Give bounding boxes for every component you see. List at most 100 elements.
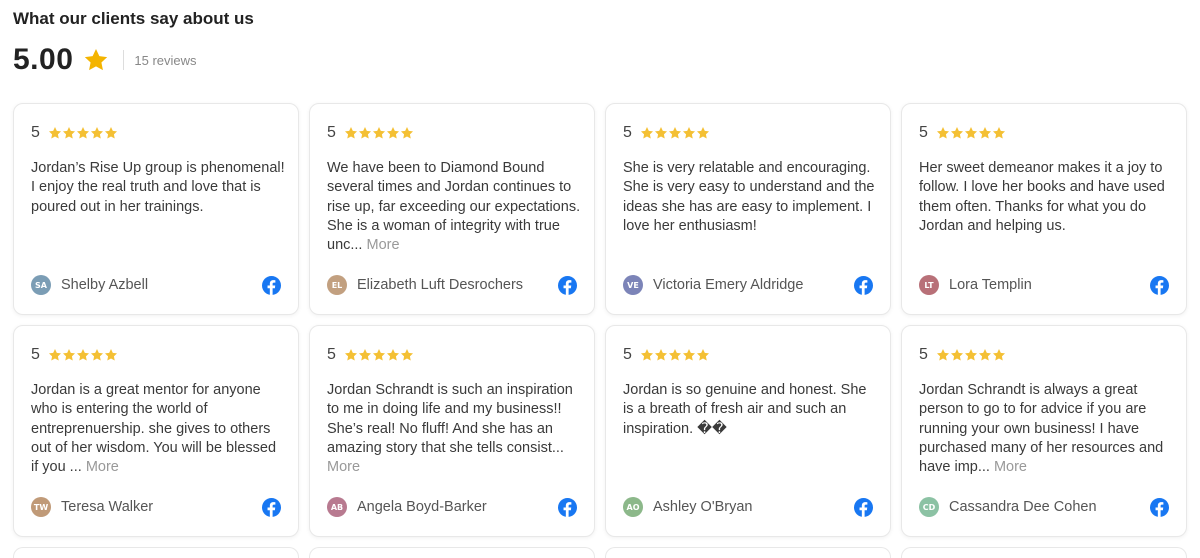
facebook-icon[interactable] — [262, 276, 281, 295]
review-card: 5 Jordan’s Rise Up group is phenomenal! … — [13, 103, 299, 315]
star-icon — [936, 127, 950, 139]
star-icon — [400, 349, 414, 361]
review-rating: 5 — [919, 346, 1006, 364]
star-icon — [344, 127, 358, 139]
star-icon — [358, 127, 372, 139]
review-text: Jordan Schrandt is such an inspiration t… — [327, 382, 573, 456]
avatar: AO — [623, 497, 643, 517]
rating-value: 5 — [327, 124, 336, 141]
review-card-partial — [901, 547, 1187, 558]
review-rating: 5 — [327, 346, 414, 364]
avatar: TW — [31, 497, 51, 517]
more-link[interactable]: More — [327, 459, 360, 475]
star-icon — [76, 127, 90, 139]
review-text-block: Jordan Schrandt is always a great person… — [919, 381, 1175, 477]
average-score: 5.00 — [13, 43, 74, 76]
star-icon — [62, 349, 76, 361]
author-name[interactable]: Angela Boyd-Barker — [357, 499, 487, 515]
author-name[interactable]: Ashley O'Bryan — [653, 499, 752, 515]
rating-summary: 5.00 15 reviews — [13, 40, 197, 80]
more-link[interactable]: More — [86, 459, 119, 475]
review-text-block: Jordan’s Rise Up group is phenomenal! I … — [31, 159, 287, 217]
facebook-icon[interactable] — [558, 276, 577, 295]
review-text-block: Her sweet demeanor makes it a joy to fol… — [919, 159, 1175, 236]
review-author: EL Elizabeth Luft Desrochers — [327, 275, 523, 295]
star-icon — [372, 349, 386, 361]
star-icon — [640, 349, 654, 361]
star-icon — [992, 127, 1006, 139]
star-icon — [104, 349, 118, 361]
review-author: VE Victoria Emery Aldridge — [623, 275, 803, 295]
review-rating: 5 — [919, 124, 1006, 142]
review-author: AO Ashley O'Bryan — [623, 497, 752, 517]
review-author: CD Cassandra Dee Cohen — [919, 497, 1097, 517]
facebook-icon[interactable] — [558, 498, 577, 517]
divider — [123, 50, 125, 70]
star-icon — [48, 349, 62, 361]
star-icon — [696, 349, 710, 361]
review-author: LT Lora Templin — [919, 275, 1032, 295]
review-text-block: Jordan is a great mentor for anyone who … — [31, 381, 287, 477]
star-icon — [964, 349, 978, 361]
review-text: We have been to Diamond Bound several ti… — [327, 160, 581, 254]
author-name[interactable]: Cassandra Dee Cohen — [949, 499, 1097, 515]
more-link[interactable]: More — [367, 237, 400, 253]
rating-value: 5 — [919, 124, 928, 141]
review-card: 5 She is very relatable and encouraging.… — [605, 103, 891, 315]
star-rating — [48, 348, 118, 362]
star-icon — [640, 127, 654, 139]
star-rating — [640, 126, 710, 140]
review-author: TW Teresa Walker — [31, 497, 153, 517]
review-text: Jordan is a great mentor for anyone who … — [31, 382, 277, 476]
rating-value: 5 — [919, 346, 928, 363]
star-icon — [62, 127, 76, 139]
review-card: 5 Jordan is so genuine and honest. She i… — [605, 325, 891, 537]
star-icon — [668, 349, 682, 361]
review-card: 5 Her sweet demeanor makes it a joy to f… — [901, 103, 1187, 315]
review-count: 15 reviews — [134, 52, 197, 68]
star-icon — [950, 349, 964, 361]
review-text: Jordan Schrandt is always a great person… — [919, 382, 1164, 476]
rating-value: 5 — [327, 346, 336, 363]
review-rating: 5 — [623, 346, 710, 364]
star-icon — [654, 349, 668, 361]
review-card: 5 Jordan Schrandt is always a great pers… — [901, 325, 1187, 537]
facebook-icon[interactable] — [854, 276, 873, 295]
author-name[interactable]: Victoria Emery Aldridge — [653, 277, 803, 293]
star-icon — [978, 349, 992, 361]
star-icon — [682, 127, 696, 139]
review-card: 5 We have been to Diamond Bound several … — [309, 103, 595, 315]
star-icon — [83, 47, 109, 73]
star-icon — [936, 349, 950, 361]
avatar: SA — [31, 275, 51, 295]
avatar: EL — [327, 275, 347, 295]
more-link[interactable]: More — [994, 459, 1027, 475]
star-icon — [386, 349, 400, 361]
review-card-partial — [309, 547, 595, 558]
author-name[interactable]: Teresa Walker — [61, 499, 153, 515]
avatar: CD — [919, 497, 939, 517]
star-rating — [640, 348, 710, 362]
review-text-block: Jordan is so genuine and honest. She is … — [623, 381, 879, 439]
facebook-icon[interactable] — [262, 498, 281, 517]
star-icon — [696, 127, 710, 139]
star-icon — [358, 349, 372, 361]
star-icon — [90, 127, 104, 139]
review-card: 5 Jordan Schrandt is such an inspiration… — [309, 325, 595, 537]
reviews-grid: 5 Jordan’s Rise Up group is phenomenal! … — [13, 103, 1188, 537]
author-name[interactable]: Lora Templin — [949, 277, 1032, 293]
facebook-icon[interactable] — [1150, 498, 1169, 517]
review-card: 5 Jordan is a great mentor for anyone wh… — [13, 325, 299, 537]
review-text-block: Jordan Schrandt is such an inspiration t… — [327, 381, 583, 477]
star-icon — [978, 127, 992, 139]
star-icon — [964, 127, 978, 139]
rating-value: 5 — [31, 124, 40, 141]
author-name[interactable]: Elizabeth Luft Desrochers — [357, 277, 523, 293]
star-icon — [400, 127, 414, 139]
review-rating: 5 — [327, 124, 414, 142]
facebook-icon[interactable] — [854, 498, 873, 517]
author-name[interactable]: Shelby Azbell — [61, 277, 148, 293]
star-icon — [344, 349, 358, 361]
facebook-icon[interactable] — [1150, 276, 1169, 295]
avatar: AB — [327, 497, 347, 517]
